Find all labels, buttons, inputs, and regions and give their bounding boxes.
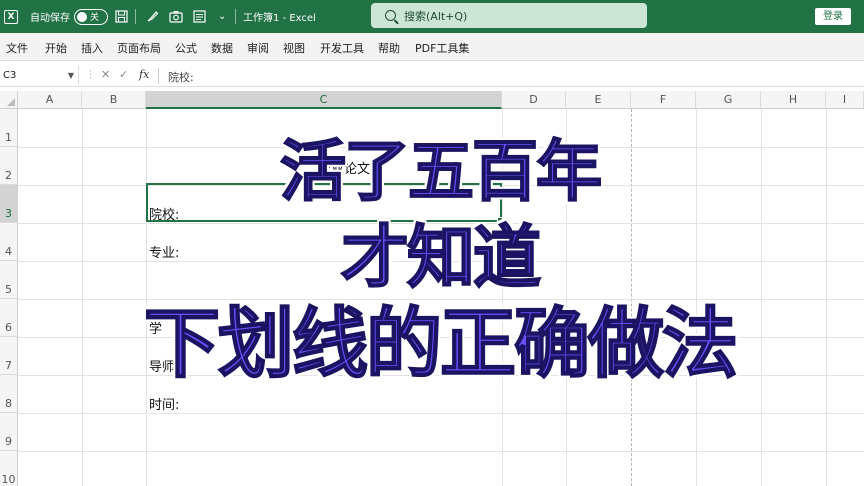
document-title: 工作簿1 - Excel xyxy=(243,13,316,24)
formula-input[interactable]: 院校: xyxy=(168,69,194,85)
column-header-i[interactable]: I xyxy=(826,91,864,109)
column-header-d[interactable]: D xyxy=(502,91,566,109)
row-header-10[interactable]: 10 xyxy=(0,451,18,486)
row-header-3[interactable]: 3 xyxy=(0,185,18,223)
toggle-knob xyxy=(77,11,87,22)
customize-dropdown-icon[interactable]: ⌄ xyxy=(218,0,226,33)
search-placeholder: 搜索(Alt+Q) xyxy=(404,9,468,23)
ribbon-tabs: 文件 开始 插入 页面布局 公式 数据 审阅 视图 开发工具 帮助 PDF工具集 xyxy=(0,33,864,61)
tab-page-layout[interactable]: 页面布局 xyxy=(117,40,161,56)
search-box[interactable]: 搜索(Alt+Q) xyxy=(371,3,647,28)
toggle-state: 关 xyxy=(90,13,100,23)
insert-function-button[interactable]: fx xyxy=(139,68,149,81)
row-header-2[interactable]: 2 xyxy=(0,147,18,185)
row-header-7[interactable]: 7 xyxy=(0,337,18,375)
cancel-icon[interactable]: ✕ xyxy=(101,68,110,81)
row-header-4[interactable]: 4 xyxy=(0,223,18,261)
column-header-g[interactable]: G xyxy=(696,91,761,109)
excel-logo-icon: X xyxy=(4,0,20,33)
autosave-toggle[interactable]: 关 xyxy=(74,0,108,33)
row-header-5[interactable]: 5 xyxy=(0,261,18,299)
column-header-a[interactable]: A xyxy=(18,91,82,109)
save-icon[interactable] xyxy=(115,0,128,33)
search-icon xyxy=(385,10,396,21)
column-header-e[interactable]: E xyxy=(566,91,631,109)
tab-formulas[interactable]: 公式 xyxy=(175,40,197,56)
row-header-8[interactable]: 8 xyxy=(0,375,18,413)
tab-review[interactable]: 审阅 xyxy=(247,40,269,56)
column-header-c[interactable]: C xyxy=(146,91,502,109)
row-header-1[interactable]: 1 xyxy=(0,109,18,147)
tab-file[interactable]: 文件 xyxy=(6,40,28,56)
form-icon[interactable] xyxy=(193,0,206,33)
overlay-headline-line-1: 活了五百年 xyxy=(279,132,603,211)
more-icon: ⋮ xyxy=(86,70,95,80)
row-header-9[interactable]: 9 xyxy=(0,413,18,451)
tab-view[interactable]: 视图 xyxy=(283,40,305,56)
column-header-b[interactable]: B xyxy=(82,91,146,109)
tab-home[interactable]: 开始 xyxy=(45,40,67,56)
formula-bar: C3 ▼ ⋮ ✕ ✓ fx 院校: xyxy=(0,65,864,87)
title-bar: X 自动保存 关 ⌄ 工作簿1 - Excel 搜索(Alt+Q) 登录 xyxy=(0,0,864,33)
tab-help[interactable]: 帮助 xyxy=(378,40,400,56)
cell-c8[interactable]: 时间: xyxy=(149,394,179,413)
select-all-button[interactable] xyxy=(0,91,18,109)
chevron-down-icon[interactable]: ▼ xyxy=(68,66,74,85)
brush-icon[interactable] xyxy=(146,0,159,33)
confirm-icon[interactable]: ✓ xyxy=(119,68,128,81)
column-header-h[interactable]: H xyxy=(761,91,826,109)
tab-pdf-tools[interactable]: PDF工具集 xyxy=(415,40,469,56)
overlay-headline-line-3: 下划线的正确做法 xyxy=(143,298,739,389)
login-button[interactable]: 登录 xyxy=(815,8,851,25)
autosave-label: 自动保存 xyxy=(30,13,70,24)
column-header-f[interactable]: F xyxy=(631,91,696,109)
tab-developer[interactable]: 开发工具 xyxy=(320,40,364,56)
camera-icon[interactable] xyxy=(169,0,183,33)
tab-data[interactable]: 数据 xyxy=(211,40,233,56)
tab-insert[interactable]: 插入 xyxy=(81,40,103,56)
name-box[interactable]: C3 ▼ xyxy=(0,66,79,85)
row-header-6[interactable]: 6 xyxy=(0,299,18,337)
